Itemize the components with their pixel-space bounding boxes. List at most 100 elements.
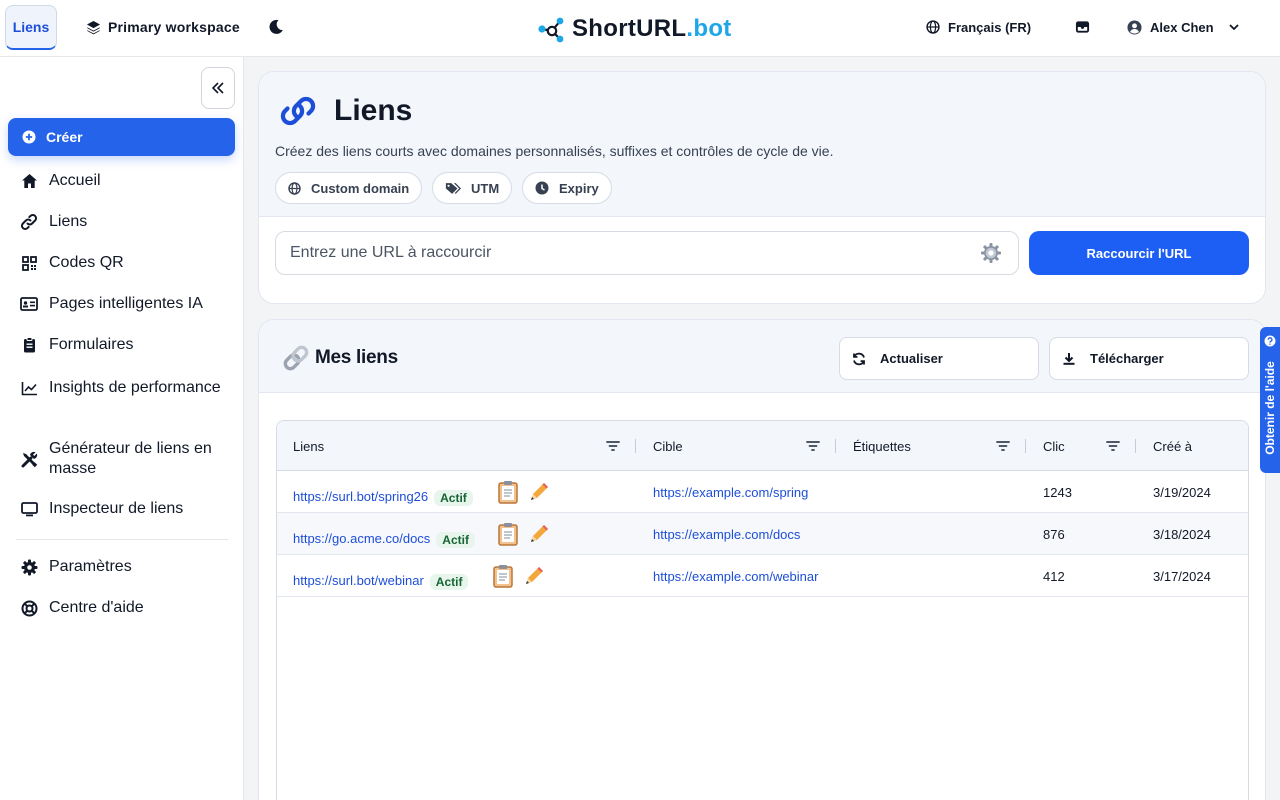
short-link[interactable]: https://surl.bot/spring26 (293, 489, 428, 504)
shorten-url-button[interactable]: Raccourcir l'URL (1029, 231, 1249, 275)
table-row[interactable]: https://surl.bot/spring26 Actif https://e… (277, 471, 1248, 513)
column-separator[interactable] (635, 439, 636, 453)
chip-utm[interactable]: UTM (432, 172, 513, 204)
sidebar-item-label: Centre d'aide (49, 599, 144, 616)
my-links-card: Mes liens Actualiser Télécharger Liens C… (258, 319, 1266, 800)
table-header: Liens Cible Étiquettes Clic Créé à (277, 421, 1248, 471)
sidebar-item-insights[interactable]: Insights de performance (20, 378, 235, 398)
refresh-button[interactable]: Actualiser (839, 337, 1039, 380)
copy-clipboard-icon[interactable] (492, 564, 514, 588)
filter-icon[interactable] (995, 438, 1011, 454)
my-links-header: Mes liens Actualiser Télécharger (259, 320, 1265, 393)
status-badge: Actif (429, 573, 469, 590)
sidebar-item-formulaires[interactable]: Formulaires (20, 335, 235, 355)
link-icon (280, 96, 316, 126)
sidebar-item-generateur[interactable]: Générateur de liens en masse (20, 439, 235, 479)
sidebar-item-centre-aide[interactable]: Centre d'aide (20, 598, 235, 618)
sidebar-item-label: Accueil (49, 172, 101, 189)
help-circle-icon (1264, 335, 1276, 347)
sidebar-item-label: Paramètres (49, 558, 132, 575)
page-description: Créez des liens courts avec domaines per… (275, 143, 834, 159)
column-separator[interactable] (1025, 439, 1026, 453)
created-cell: 3/17/2024 (1153, 569, 1211, 584)
gear-icon (20, 558, 38, 576)
sidebar-item-liens[interactable]: Liens (20, 212, 235, 232)
clicks-cell: 876 (1043, 527, 1065, 542)
monitor-icon (20, 500, 38, 518)
short-link[interactable]: https://surl.bot/webinar (293, 573, 424, 588)
sidebar-item-label: Codes QR (49, 254, 124, 271)
settings-gear-icon[interactable] (980, 242, 1002, 264)
globe-icon (926, 20, 940, 34)
user-name: Alex Chen (1150, 19, 1214, 35)
user-avatar-icon (1127, 19, 1142, 35)
column-separator[interactable] (835, 439, 836, 453)
column-separator[interactable] (1135, 439, 1136, 453)
created-cell: 3/19/2024 (1153, 485, 1211, 500)
link-cell: https://surl.bot/webinar Actif (293, 573, 469, 590)
edit-pencil-icon[interactable] (527, 522, 551, 546)
theme-toggle-button[interactable] (266, 17, 286, 37)
sidebar: Créer Accueil Liens Codes QR Pages intel… (0, 57, 244, 800)
column-header-cible[interactable]: Cible (653, 421, 683, 471)
sidebar-item-pages-intelligentes[interactable]: Pages intelligentes IA (20, 294, 235, 314)
clock-icon (535, 181, 549, 195)
line-chart-icon (20, 379, 38, 397)
sidebar-item-accueil[interactable]: Accueil (20, 171, 235, 191)
copy-clipboard-icon[interactable] (497, 480, 519, 504)
sidebar-item-label: Liens (49, 213, 88, 230)
create-link-card: Liens Créez des liens courts avec domain… (258, 71, 1266, 304)
collapse-sidebar-button[interactable] (201, 67, 235, 109)
row-actions (497, 522, 551, 546)
inbox-button[interactable] (1073, 18, 1091, 36)
sidebar-item-inspecteur[interactable]: Inspecteur de liens (20, 499, 235, 519)
clipboard-icon (20, 336, 38, 354)
url-input[interactable] (276, 232, 966, 274)
link-cell: https://go.acme.co/docs Actif (293, 531, 475, 548)
table-row[interactable]: https://surl.bot/webinar Actif https://ex… (277, 555, 1248, 597)
moon-icon (269, 19, 283, 34)
workspace-name: Primary workspace (108, 19, 240, 35)
plus-circle-icon (22, 130, 36, 144)
status-badge: Actif (436, 531, 475, 548)
edit-pencil-icon[interactable] (522, 564, 546, 588)
share-nodes-icon (538, 17, 564, 43)
target-url[interactable]: https://example.com/docs (653, 527, 821, 542)
column-header-clic[interactable]: Clic (1043, 421, 1065, 471)
clicks-cell: 412 (1043, 569, 1065, 584)
download-button[interactable]: Télécharger (1049, 337, 1249, 380)
target-url[interactable]: https://example.com/spring (653, 485, 821, 500)
chip-custom-domain[interactable]: Custom domain (275, 172, 423, 204)
short-link[interactable]: https://go.acme.co/docs (293, 531, 430, 546)
target-url[interactable]: https://example.com/webinar (653, 569, 821, 584)
column-header-cree[interactable]: Créé à (1153, 421, 1192, 471)
lifebuoy-icon (20, 599, 38, 617)
filter-icon[interactable] (605, 438, 621, 454)
column-header-etiquettes[interactable]: Étiquettes (853, 421, 911, 471)
sidebar-item-codes-qr[interactable]: Codes QR (20, 253, 235, 273)
user-menu[interactable]: Alex Chen (1127, 17, 1240, 37)
globe-icon (288, 181, 301, 195)
logo[interactable]: ShortURL.bot (536, 14, 732, 44)
tab-liens[interactable]: Liens (5, 5, 57, 50)
edit-pencil-icon[interactable] (527, 480, 551, 504)
page-title-text: Liens (334, 94, 413, 127)
refresh-label: Actualiser (880, 351, 943, 366)
get-help-tab[interactable]: Obtenir de l'aide (1260, 327, 1280, 473)
layers-icon (86, 20, 101, 34)
workspace-switcher[interactable]: Primary workspace (86, 17, 240, 37)
chip-expiry[interactable]: Expiry (522, 172, 612, 204)
sidebar-divider (16, 539, 228, 540)
language-selector[interactable]: Français (FR) (926, 17, 1031, 37)
copy-clipboard-icon[interactable] (497, 522, 519, 546)
create-button[interactable]: Créer (8, 118, 235, 156)
filter-icon[interactable] (1105, 438, 1121, 454)
table-row[interactable]: https://go.acme.co/docs Actif https://exa… (277, 513, 1248, 555)
filter-icon[interactable] (805, 438, 821, 454)
page-title: Liens (279, 94, 412, 128)
column-header-liens[interactable]: Liens (293, 421, 324, 471)
clicks-cell: 1243 (1043, 485, 1072, 500)
inbox-icon (1075, 21, 1089, 33)
sidebar-item-parametres[interactable]: Paramètres (20, 557, 235, 577)
row-actions (497, 480, 551, 504)
